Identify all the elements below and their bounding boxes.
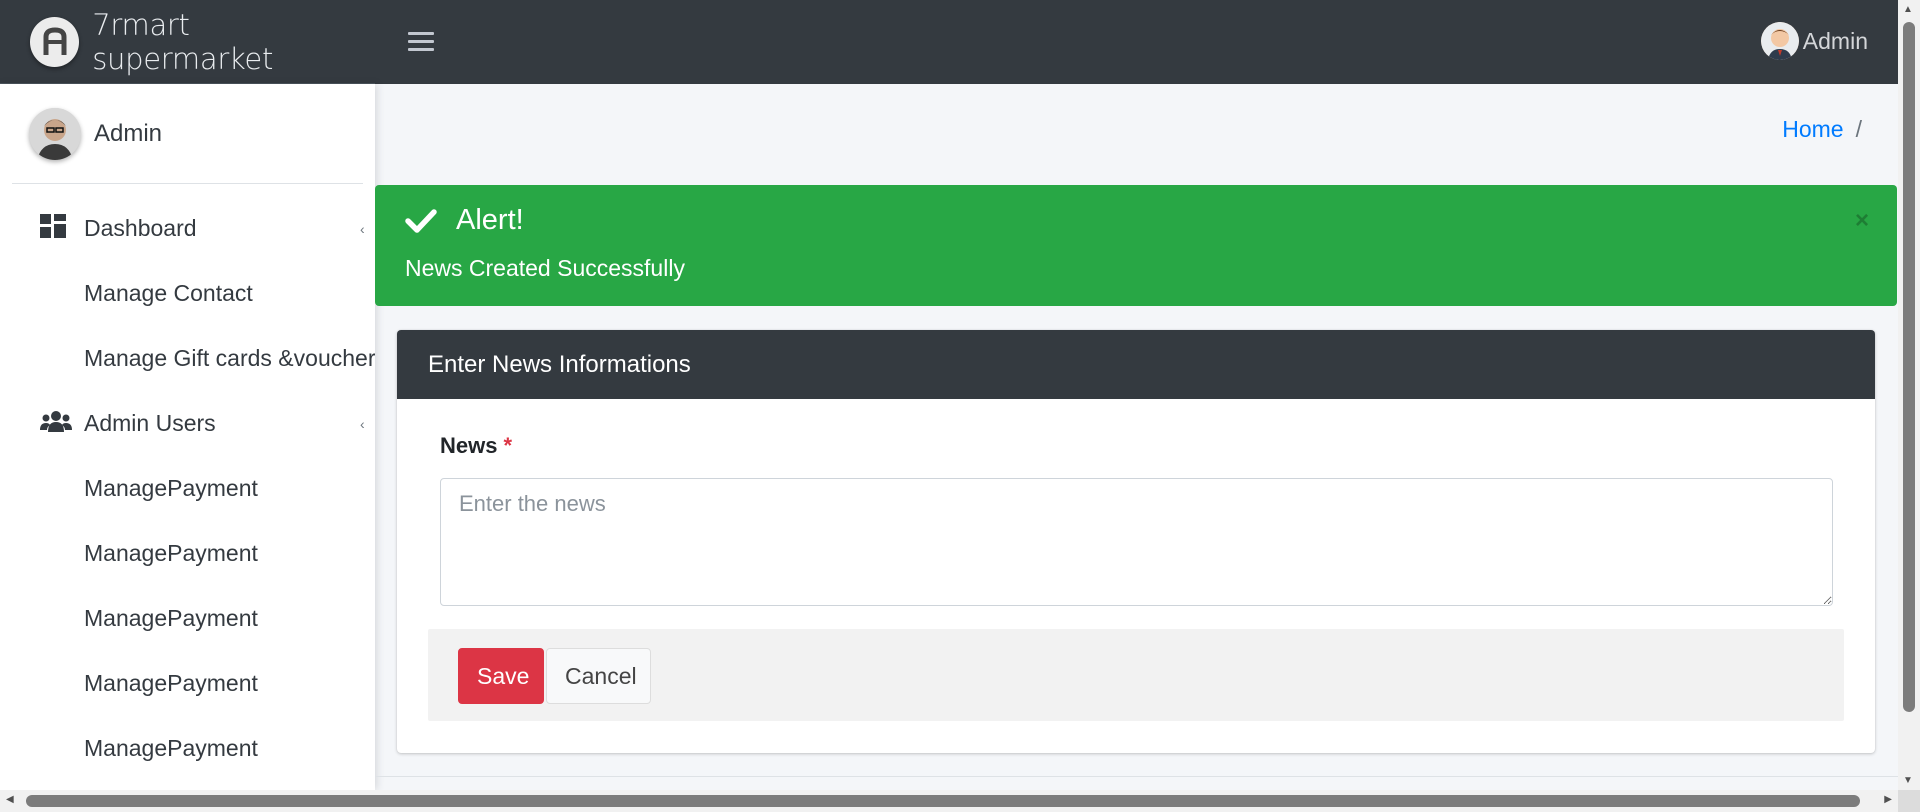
scroll-down-icon[interactable]: ▼	[1903, 775, 1913, 786]
brand-link[interactable]: 7rmart supermarket	[0, 0, 375, 84]
sidebar-item-label: ManagePayment	[84, 735, 258, 761]
sidebar-item-label: Manage Gift cards &voucher	[84, 345, 375, 371]
sidebar-item-manage-payment[interactable]: ManagePayment	[0, 456, 375, 521]
sidebar-item-label: ManagePayment	[84, 540, 258, 566]
news-input[interactable]	[440, 478, 1833, 606]
vertical-scroll-thumb[interactable]	[1903, 22, 1915, 712]
scroll-right-icon[interactable]: ▶	[1884, 794, 1892, 805]
header-user-name: Admin	[1802, 27, 1868, 54]
alert-message: News Created Successfully	[405, 255, 685, 281]
breadcrumb: Home /	[1782, 116, 1862, 143]
chevron-left-icon: ‹	[360, 415, 365, 432]
divider	[375, 776, 1898, 777]
news-label-text: News	[440, 433, 498, 458]
sidebar-item-label: Manage Contact	[84, 280, 253, 306]
sidebar-item-label: ManagePayment	[84, 605, 258, 631]
menu-toggle-icon[interactable]	[408, 26, 434, 56]
card-title: Enter News Informations	[397, 330, 1875, 399]
news-form-card: Enter News Informations News* Save Cance…	[397, 330, 1875, 753]
sidebar-nav: Dashboard ‹ Manage Contact Manage Gift c…	[0, 184, 375, 781]
sidebar-item-manage-payment[interactable]: ManagePayment	[0, 716, 375, 781]
cancel-button[interactable]: Cancel	[546, 648, 651, 704]
sidebar-item-admin-users[interactable]: Admin Users ‹	[0, 391, 375, 456]
vertical-scrollbar[interactable]: ▲ ▼	[1898, 0, 1920, 790]
sidebar-user-name: Admin	[94, 119, 163, 147]
news-label: News *	[440, 433, 512, 459]
sidebar-item-label: ManagePayment	[84, 670, 258, 696]
users-icon	[40, 410, 72, 438]
sidebar-item-label: Admin Users	[84, 410, 216, 436]
scroll-up-icon[interactable]: ▲	[1903, 4, 1913, 15]
sidebar-item-label: ManagePayment	[84, 475, 258, 501]
sidebar-item-manage-payment[interactable]: ManagePayment	[0, 521, 375, 586]
sidebar-user-panel[interactable]: Admin	[12, 84, 363, 184]
chevron-left-icon: ‹	[360, 220, 365, 237]
sidebar: Admin Dashboard ‹ Manage Contact Manage …	[0, 84, 375, 790]
success-alert: Alert! News Created Successfully ×	[375, 185, 1897, 306]
scrollbar-corner	[1898, 790, 1920, 812]
header-avatar	[1760, 22, 1799, 60]
breadcrumb-home-link[interactable]: Home	[1782, 116, 1843, 143]
sidebar-item-manage-payment[interactable]: ManagePayment	[0, 586, 375, 651]
header-user-menu[interactable]: Admin	[1760, 22, 1868, 60]
breadcrumb-separator: /	[1855, 116, 1862, 142]
sidebar-item-manage-contact[interactable]: Manage Contact	[0, 261, 375, 326]
sidebar-item-manage-gift-cards[interactable]: Manage Gift cards &voucher	[0, 326, 375, 391]
close-icon[interactable]: ×	[1855, 207, 1869, 235]
sidebar-item-label: Dashboard	[84, 215, 197, 241]
form-footer: Save Cancel	[428, 629, 1844, 721]
alert-title: Alert!	[456, 204, 524, 236]
horizontal-scroll-thumb[interactable]	[26, 795, 1860, 807]
brand-name: 7rmart supermarket	[92, 7, 274, 76]
sidebar-item-dashboard[interactable]: Dashboard ‹	[0, 196, 375, 261]
check-icon	[405, 208, 437, 239]
required-mark: *	[503, 433, 513, 458]
dashboard-icon	[40, 213, 66, 244]
top-navbar: 7rmart supermarket Admin	[0, 0, 1898, 84]
scroll-left-icon[interactable]: ◀	[6, 794, 14, 805]
sidebar-item-manage-payment[interactable]: ManagePayment	[0, 651, 375, 716]
save-button[interactable]: Save	[458, 648, 544, 704]
horizontal-scrollbar[interactable]: ◀ ▶	[0, 790, 1898, 812]
avatar	[29, 107, 81, 160]
brand-logo-icon	[30, 16, 80, 67]
